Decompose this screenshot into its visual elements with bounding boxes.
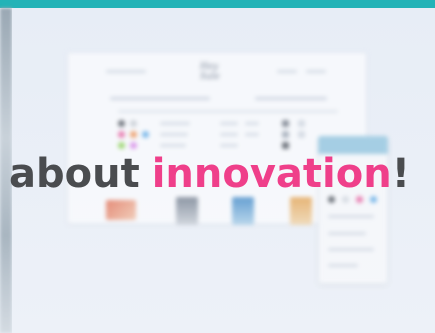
- mockup-logo: Hey Sale: [200, 62, 220, 82]
- mockup-swatch: [118, 120, 125, 127]
- mockup-nav-line: [110, 97, 210, 100]
- mockup-cell-line: [160, 133, 188, 136]
- mockup-cell-line: [220, 133, 238, 136]
- mockup-header-line: [106, 70, 146, 73]
- mockup-header-line: [306, 70, 326, 73]
- mockup-header-line: [277, 70, 297, 73]
- mockup-toggle: [298, 131, 305, 138]
- mockup-cell-line: [160, 122, 190, 125]
- headline-text: about innovation !: [0, 145, 435, 203]
- mockup-panel-line: [328, 264, 358, 267]
- headline-exclamation: !: [391, 151, 410, 197]
- headline-part-dark: about: [9, 151, 140, 197]
- mockup-nav-line: [255, 97, 327, 100]
- mockup-swatch: [142, 131, 149, 138]
- mockup-cell-line: [245, 122, 259, 125]
- headline-part-accent: innovation: [151, 151, 392, 197]
- mockup-swatch: [130, 131, 137, 138]
- mockup-row-divider: [118, 110, 338, 113]
- mockup-toggle: [282, 131, 289, 138]
- mockup-cell-line: [220, 122, 238, 125]
- mockup-product-thumb: [106, 200, 136, 220]
- mockup-cell-line: [245, 133, 259, 136]
- mockup-panel-line: [328, 248, 374, 251]
- mockup-panel-line: [328, 232, 366, 235]
- mockup-toggle: [298, 120, 305, 127]
- mockup-toggle: [282, 120, 289, 127]
- mockup-swatch: [130, 120, 137, 127]
- mockup-swatch: [118, 131, 125, 138]
- mockup-panel-line: [328, 215, 374, 218]
